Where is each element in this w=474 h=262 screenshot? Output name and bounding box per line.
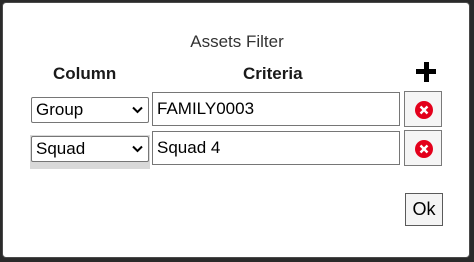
add-filter-button[interactable] [413, 59, 439, 85]
column-select[interactable]: Squad [31, 136, 149, 162]
dialog-title: Assets Filter [190, 32, 284, 51]
column-select-value: Squad [36, 139, 86, 158]
x-circle-icon [415, 101, 433, 119]
remove-filter-button[interactable] [404, 130, 442, 166]
remove-filter-button[interactable] [404, 91, 442, 127]
column-select[interactable]: Group [31, 97, 149, 123]
column-select-value: Group [36, 100, 84, 119]
criteria-header: Criteria [243, 64, 303, 83]
criteria-input[interactable] [152, 131, 400, 165]
x-circle-icon [415, 140, 433, 158]
chevron-down-icon [132, 145, 143, 153]
filter-row: Squad [30, 130, 444, 169]
chevron-down-icon [132, 106, 143, 114]
criteria-input[interactable] [152, 92, 400, 126]
column-header: Column [53, 64, 117, 83]
ok-button[interactable]: Ok [405, 193, 443, 226]
filter-row: Group [30, 91, 444, 129]
